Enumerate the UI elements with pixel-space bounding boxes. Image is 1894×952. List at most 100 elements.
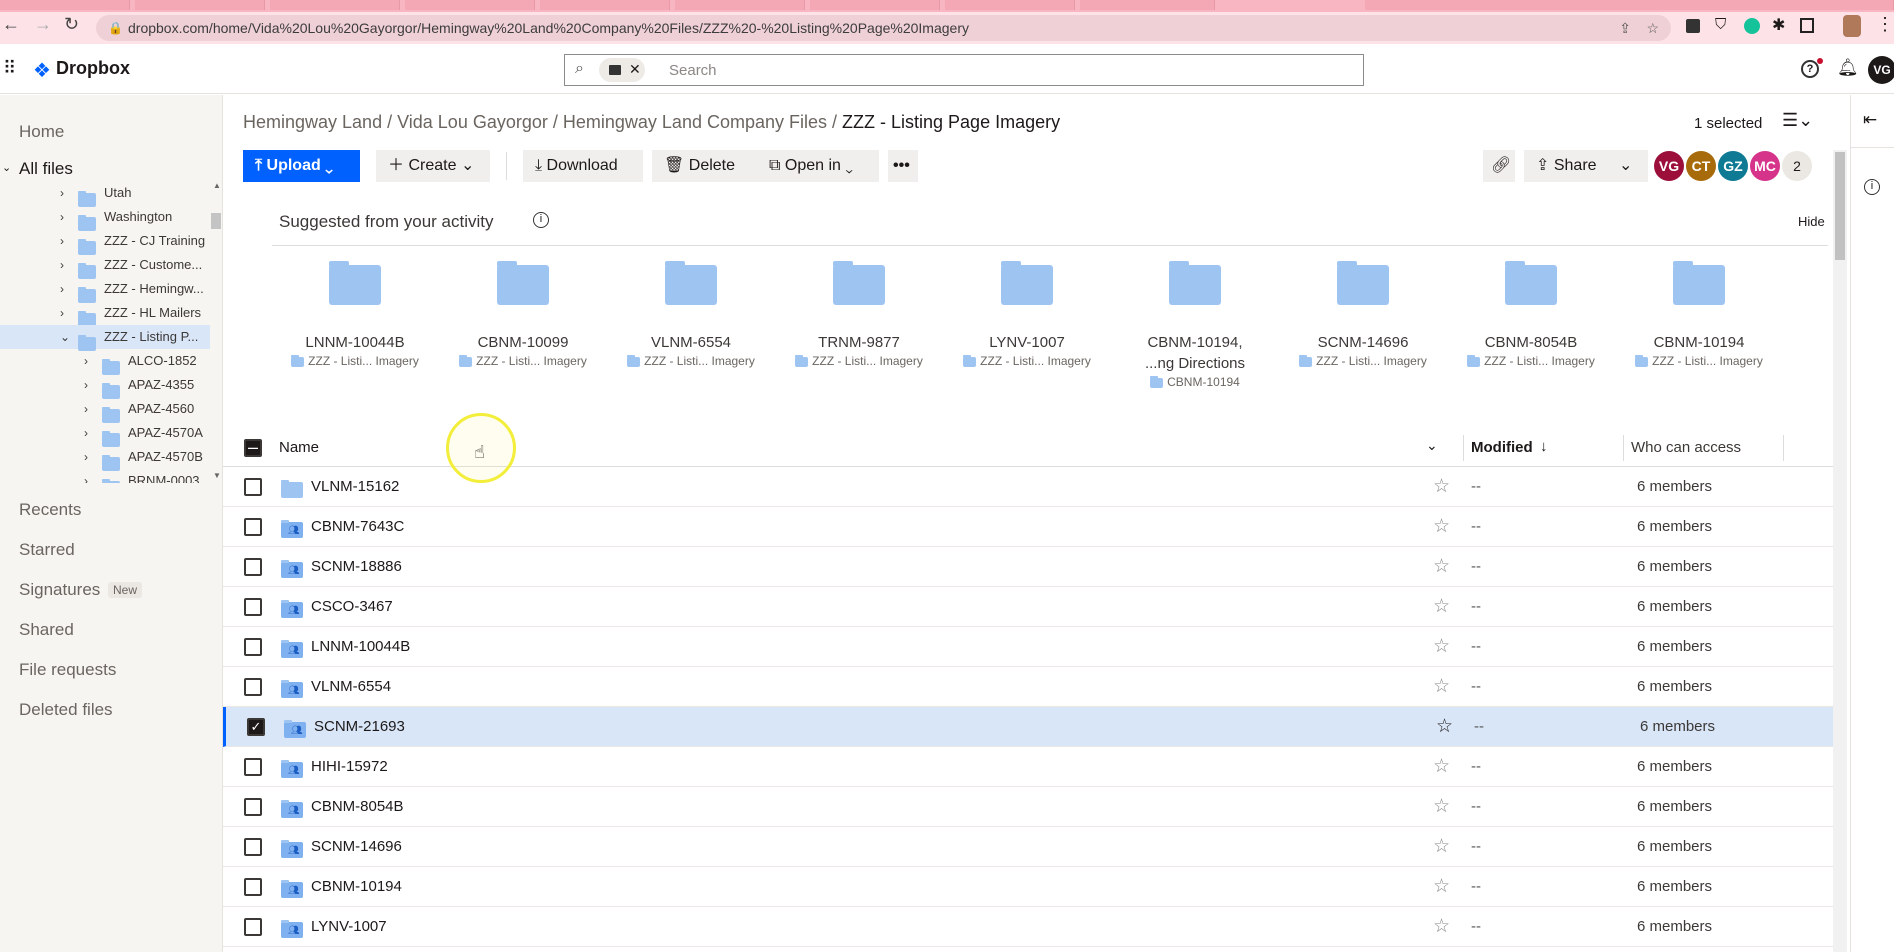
copy-link-button[interactable]: 🔗︎ [1483,150,1515,182]
browser-tab[interactable] [405,0,535,10]
chevron-down-icon[interactable]: ⌄ [2,161,11,174]
row-checkbox[interactable] [244,638,262,656]
table-row[interactable]: 👥︎ CBNM-10194 ☆ -- 6 members [223,867,1833,907]
access-value[interactable]: 6 members [1637,638,1712,655]
expand-panel-icon[interactable]: ⇤ [1863,110,1877,130]
profile-avatar[interactable] [1843,15,1861,37]
star-icon[interactable]: ☆ [1436,715,1453,738]
share-page-icon[interactable]: ⇪ [1619,15,1631,41]
browser-tab[interactable] [1080,0,1215,10]
column-header-name[interactable]: Name [279,439,319,456]
star-icon[interactable]: ☆ [1433,635,1450,658]
star-icon[interactable]: ☆ [1433,595,1450,618]
breadcrumb-item[interactable]: Hemingway Land Company Files [563,112,827,132]
row-checkbox[interactable] [244,878,262,896]
suggested-folder[interactable]: TRNM-9877 ZZZ - Listi... Imagery [775,261,943,369]
tree-item[interactable]: › ZZZ - HL Mailers [0,301,210,327]
bookmark-star-icon[interactable]: ☆ [1646,15,1659,41]
row-checkbox[interactable] [244,838,262,856]
more-members-count[interactable]: 2 [1782,151,1812,181]
chevron-down-icon[interactable]: ⌄ [60,325,70,349]
folder-scope-chip[interactable]: ✕ [599,58,645,82]
browser-tab[interactable] [540,0,670,10]
star-icon[interactable]: ☆ [1433,555,1450,578]
suggested-folder[interactable]: VLNM-6554 ZZZ - Listi... Imagery [607,261,775,369]
browser-tab[interactable] [135,0,265,10]
star-icon[interactable]: ☆ [1433,835,1450,858]
star-icon[interactable]: ☆ [1433,795,1450,818]
member-avatar[interactable]: GZ [1718,151,1748,181]
sidebar-item-signatures[interactable]: Signatures [19,580,100,600]
address-bar[interactable]: 🔒 dropbox.com/home/Vida%20Lou%20Gayorgor/… [96,15,1671,41]
suggested-folder[interactable]: SCNM-14696 ZZZ - Listi... Imagery [1279,261,1447,369]
table-row[interactable]: 👥︎ SCNM-14696 ☆ -- 6 members [223,827,1833,867]
search-input[interactable]: ⌕ ✕ Search [564,54,1364,86]
file-name[interactable]: CBNM-8054B [311,798,404,815]
sidebar-item-shared[interactable]: Shared [19,620,74,640]
chevron-right-icon[interactable]: › [60,181,64,205]
file-name[interactable]: SCNM-21693 [314,718,405,735]
file-name[interactable]: VLNM-6554 [311,678,391,695]
member-avatar[interactable]: MC [1750,151,1780,181]
table-row[interactable]: 👥︎ LNNM-10044B ☆ -- 6 members [223,627,1833,667]
tree-item[interactable]: ⌄ ZZZ - Listing P... [0,325,210,351]
back-icon[interactable]: ← [2,14,20,35]
sort-desc-icon[interactable]: ↓ [1540,438,1548,455]
access-value[interactable]: 6 members [1637,598,1712,615]
table-row[interactable]: 👥︎ HIHI-15972 ☆ -- 6 members [223,747,1833,787]
browser-tab[interactable] [810,0,940,10]
tree-item[interactable]: › BRNM-0003 [0,469,210,483]
chevron-right-icon[interactable]: › [84,445,88,469]
tree-item[interactable]: › APAZ-4570A [0,421,210,447]
upload-button[interactable]: ⤒ Upload ⌄ [243,150,360,182]
browser-tab[interactable] [0,0,130,10]
suggested-folder[interactable]: LNNM-10044B ZZZ - Listi... Imagery [271,261,439,369]
hide-suggested-button[interactable]: Hide [1798,214,1825,229]
access-value[interactable]: 6 members [1637,758,1712,775]
chevron-right-icon[interactable]: › [84,469,88,483]
suggested-folder[interactable]: CBNM-10194 ZZZ - Listi... Imagery [1615,261,1783,369]
dropbox-logo-icon[interactable]: ❖ [33,58,51,83]
browser-tab[interactable] [945,0,1075,10]
row-checkbox[interactable] [244,678,262,696]
chevron-right-icon[interactable]: › [60,229,64,253]
star-icon[interactable]: ☆ [1433,515,1450,538]
chevron-right-icon[interactable]: › [60,277,64,301]
file-name[interactable]: CBNM-7643C [311,518,404,535]
grammarly-icon[interactable] [1744,18,1760,34]
side-panel-icon[interactable] [1800,18,1814,33]
table-row[interactable]: 👥︎ VLNM-6554 ☆ -- 6 members [223,667,1833,707]
help-icon[interactable]: ? [1801,60,1819,78]
app-grid-icon[interactable]: ⠿ [3,58,16,79]
row-checkbox[interactable] [244,518,262,536]
star-icon[interactable]: ☆ [1433,755,1450,778]
table-row[interactable]: 👥︎ CBNM-8054B ☆ -- 6 members [223,787,1833,827]
reload-icon[interactable]: ↻ [64,14,79,35]
access-value[interactable]: 6 members [1637,678,1712,695]
tree-scrollbar[interactable]: ▲ ▼ [210,181,223,483]
access-value[interactable]: 6 members [1637,878,1712,895]
open-in-button[interactable]: ⧉ Open in ⌄ [757,150,879,182]
bell-icon[interactable]: 🔔︎ [1837,58,1859,78]
browser-tab[interactable] [675,0,805,10]
suggested-folder[interactable]: CBNM-8054B ZZZ - Listi... Imagery [1447,261,1615,369]
clear-scope-icon[interactable]: ✕ [629,61,641,78]
tree-item[interactable]: › APAZ-4570B [0,445,210,471]
file-name[interactable]: HIHI-15972 [311,758,388,775]
star-icon[interactable]: ☆ [1433,475,1450,498]
file-name[interactable]: VLNM-15162 [311,478,399,495]
access-value[interactable]: 6 members [1637,798,1712,815]
chevron-right-icon[interactable]: › [84,397,88,421]
chevron-right-icon[interactable]: › [60,253,64,277]
extension-icon[interactable] [1686,19,1700,33]
table-row[interactable]: ✓ 👥︎ SCNM-21693 ☆ -- 6 members [223,707,1833,747]
info-icon[interactable]: i [533,212,549,228]
sidebar-item-recents[interactable]: Recents [19,500,81,520]
forward-icon[interactable]: → [34,14,52,35]
column-header-modified[interactable]: Modified [1471,439,1533,456]
chevron-down-icon[interactable]: ⌄ [1426,437,1438,454]
tree-item[interactable]: › APAZ-4560 [0,397,210,423]
more-actions-button[interactable]: ••• [888,150,918,182]
sidebar-item-all-files[interactable]: All files [19,159,73,179]
member-avatars[interactable]: VG CT GZ MC 2 [1652,151,1812,181]
